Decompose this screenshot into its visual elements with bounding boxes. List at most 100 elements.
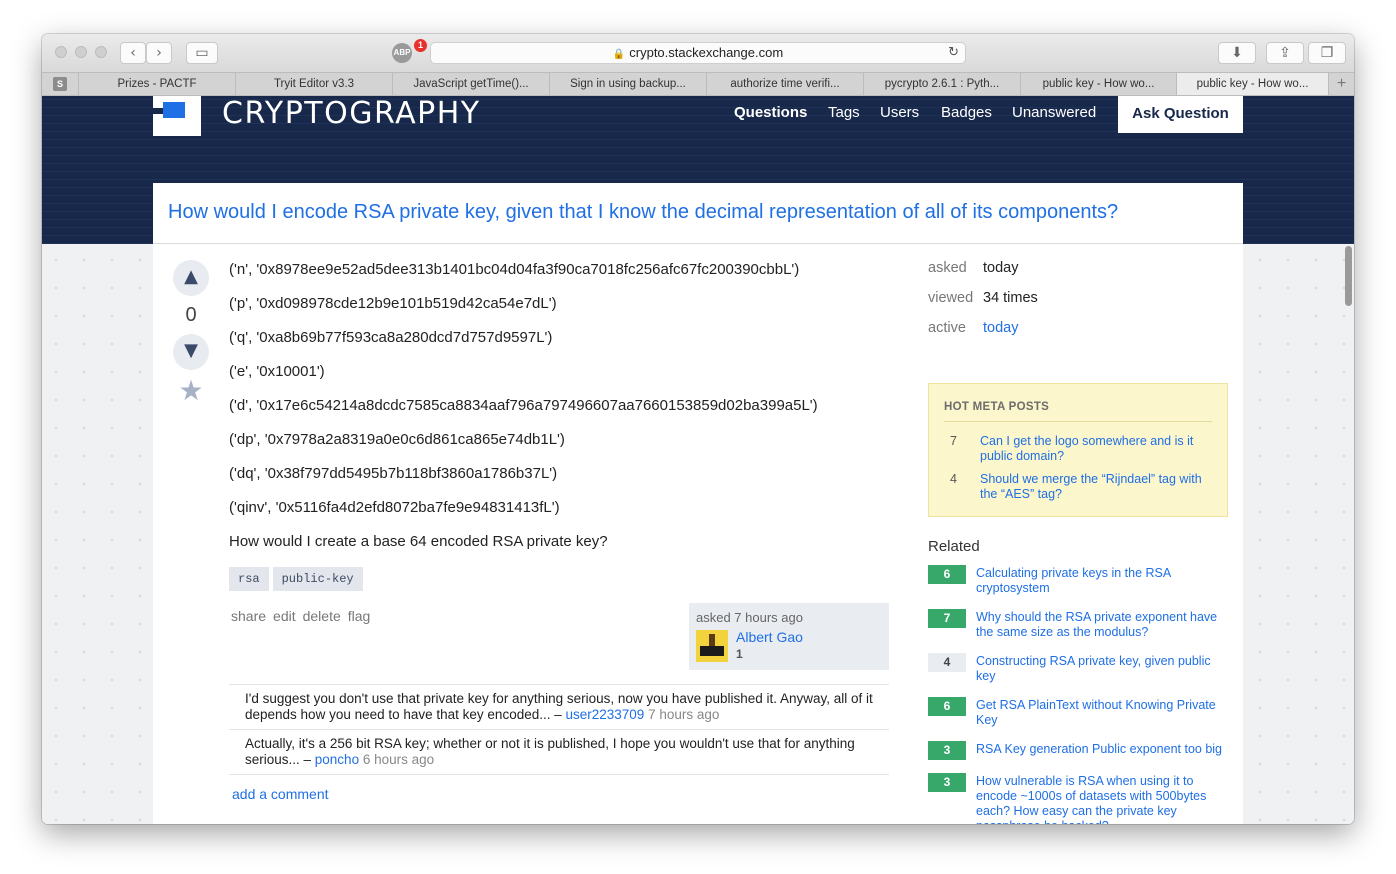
related-link[interactable]: Why should the RSA private exponent have… [976, 610, 1226, 640]
tag-rsa[interactable]: rsa [229, 567, 269, 591]
owner-name[interactable]: Albert Gao [736, 629, 803, 645]
nav-unanswered[interactable]: Unanswered [1012, 104, 1096, 121]
tabs-overview-icon[interactable]: ❐ [1308, 42, 1346, 64]
question-title[interactable]: How would I encode RSA private key, give… [168, 201, 1118, 224]
browser-tab[interactable]: Tryit Editor v3.3 [235, 73, 392, 95]
nav-questions[interactable]: Questions [734, 104, 807, 121]
asked-time: asked 7 hours ago [696, 610, 803, 625]
add-comment-link[interactable]: add a comment [232, 786, 329, 802]
comment-list: I'd suggest you don't use that private k… [229, 684, 889, 775]
body-line: ('q', '0xa8b69b77f593ca8a280dcd7d757d959… [229, 329, 553, 346]
reload-icon[interactable]: ↻ [948, 43, 959, 63]
meta-value-link[interactable]: today [983, 320, 1018, 336]
edit-link[interactable]: edit [273, 608, 296, 624]
related-score[interactable]: 6 [928, 697, 966, 716]
nav-badges[interactable]: Badges [941, 104, 992, 121]
new-tab-button[interactable]: + [1328, 73, 1354, 95]
url-text: crypto.stackexchange.com [629, 45, 784, 60]
related-score[interactable]: 7 [928, 609, 966, 628]
comment: Actually, it's a 256 bit RSA key; whethe… [229, 730, 889, 775]
vote-count: 0 [185, 304, 197, 326]
zoom-window-button[interactable] [95, 46, 107, 58]
owner-reputation: 1 [736, 647, 743, 661]
adblock-icon[interactable]: ABP [392, 43, 412, 63]
page-scrollbar[interactable] [1345, 246, 1352, 306]
minimize-window-button[interactable] [75, 46, 87, 58]
close-window-button[interactable] [55, 46, 67, 58]
site-logo-icon[interactable] [153, 96, 201, 136]
related-link[interactable]: How vulnerable is RSA when using it to e… [976, 774, 1226, 824]
body-line: ('dp', '0x7978a2a8319a0e0c6d861ca865e74d… [229, 431, 565, 448]
forward-button[interactable]: › [146, 42, 172, 64]
related-heading: Related [928, 538, 980, 555]
upvote-icon[interactable]: ▲ [173, 260, 209, 296]
downloads-icon[interactable]: ⬇ [1218, 42, 1256, 64]
tag-list: rsa public-key [229, 567, 367, 591]
question-header: How would I encode RSA private key, give… [153, 183, 1243, 244]
related-link[interactable]: Get RSA PlainText without Knowing Privat… [976, 698, 1226, 728]
pinned-tab[interactable]: S [53, 77, 67, 91]
tag-public-key[interactable]: public-key [272, 567, 363, 591]
hot-meta-link[interactable]: Should we merge the “Rijndael” tag with … [980, 472, 1212, 502]
post-actions: share edit delete flag [231, 608, 377, 624]
body-line: ('dq', '0x38f797dd5495b7b118bf3860a1786b… [229, 465, 558, 482]
vote-cell: ▲ 0 ▼ ★ [173, 260, 209, 407]
hot-meta-count: 7 [950, 434, 957, 448]
meta-active: active today [928, 320, 1228, 350]
lock-icon: 🔒 [612, 49, 626, 60]
comment: I'd suggest you don't use that private k… [229, 685, 889, 730]
flag-link[interactable]: flag [348, 608, 371, 624]
hot-meta-count: 4 [950, 472, 957, 486]
related-score[interactable]: 3 [928, 741, 966, 760]
share-icon[interactable]: ⇪ [1266, 42, 1304, 64]
related-link[interactable]: Constructing RSA private key, given publ… [976, 654, 1226, 684]
main-content: ▲ 0 ▼ ★ ('n', '0x8978ee9e52ad5dee313b140… [153, 244, 1243, 824]
body-line: ('d', '0x17e6c54214a8dcdc7585ca8834aaf79… [229, 397, 818, 414]
sidebar-toggle-icon[interactable]: ▭ [186, 42, 218, 64]
site-logo-text[interactable]: CRYPTOGRAPHY [222, 96, 481, 131]
comment-text: I'd suggest you don't use that private k… [245, 691, 873, 722]
browser-toolbar: ‹ › ▭ ABP 1 🔒 crypto.stackexchange.com ↻ … [42, 34, 1354, 72]
nav-users[interactable]: Users [880, 104, 919, 121]
avatar[interactable] [696, 630, 728, 662]
meta-value: 34 times [983, 290, 1038, 306]
body-line: ('qinv', '0x5116fa4d2efd8072ba7fe9e94831… [229, 499, 560, 516]
hot-meta-link[interactable]: Can I get the logo somewhere and is it p… [980, 434, 1212, 464]
comment-user[interactable]: poncho [315, 752, 359, 767]
browser-tab-active[interactable]: public key - How wo... [1176, 73, 1328, 95]
related-link[interactable]: RSA Key generation Public exponent too b… [976, 742, 1226, 757]
comment-user[interactable]: user2233709 [566, 707, 645, 722]
comment-time[interactable]: 7 hours ago [644, 707, 719, 722]
browser-tab[interactable]: pycrypto 2.6.1 : Pyth... [863, 73, 1020, 95]
back-button[interactable]: ‹ [120, 42, 146, 64]
address-bar[interactable]: 🔒 crypto.stackexchange.com ↻ [430, 42, 966, 64]
meta-viewed: viewed 34 times [928, 290, 1228, 320]
sidebar: asked today viewed 34 times active today HO… [928, 260, 1228, 824]
related-score[interactable]: 6 [928, 565, 966, 584]
meta-label: viewed [928, 290, 974, 306]
share-link[interactable]: share [231, 608, 266, 624]
comment-time[interactable]: 6 hours ago [359, 752, 434, 767]
related-score[interactable]: 3 [928, 773, 966, 792]
meta-value: today [983, 260, 1019, 276]
meta-label: active [928, 320, 966, 336]
favorite-star-icon[interactable]: ★ [173, 374, 209, 407]
page-viewport: CRYPTOGRAPHY Questions Tags Users Badges… [42, 96, 1354, 824]
delete-link[interactable]: delete [303, 608, 341, 624]
hot-meta-title: HOT META POSTS [944, 401, 1050, 413]
browser-tab[interactable]: public key - How wo... [1020, 73, 1176, 95]
browser-tab[interactable]: authorize time verifi... [706, 73, 863, 95]
meta-asked: asked today [928, 260, 1228, 290]
related-link[interactable]: Calculating private keys in the RSA cryp… [976, 566, 1226, 596]
body-line: How would I create a base 64 encoded RSA… [229, 533, 608, 550]
divider [944, 421, 1212, 422]
ask-question-button[interactable]: Ask Question [1118, 96, 1243, 133]
downvote-icon[interactable]: ▼ [173, 334, 209, 370]
browser-tab[interactable]: Prizes - PACTF [78, 73, 235, 95]
browser-tab[interactable]: JavaScript getTime()... [392, 73, 549, 95]
nav-tags[interactable]: Tags [828, 104, 860, 121]
related-score[interactable]: 4 [928, 653, 966, 672]
browser-tab[interactable]: Sign in using backup... [549, 73, 706, 95]
browser-window: ‹ › ▭ ABP 1 🔒 crypto.stackexchange.com ↻ … [42, 34, 1354, 824]
body-line: ('e', '0x10001') [229, 363, 325, 380]
